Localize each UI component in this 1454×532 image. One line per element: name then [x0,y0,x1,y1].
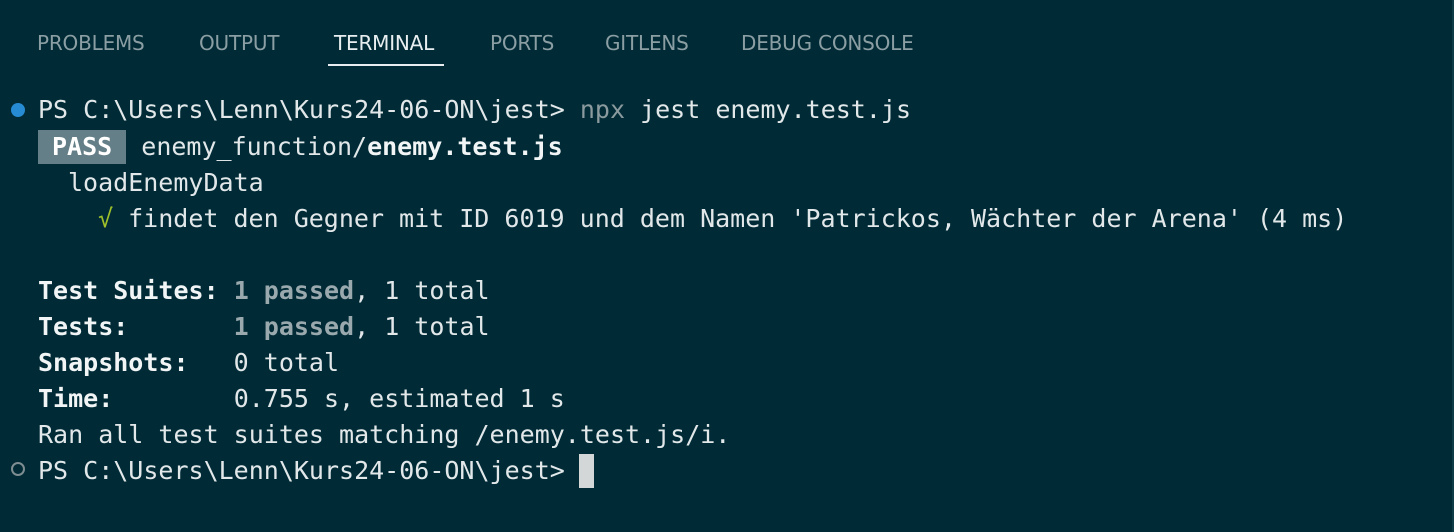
tab-output[interactable]: OUTPUT [199,31,280,55]
summary-label: Tests: [38,312,129,341]
prompt: PS C:\Users\Lenn\Kurs24-06-ON\jest> [38,95,565,124]
summary-value: 0 total [233,348,340,377]
total-count: , 1 total [354,276,490,305]
suite-file: enemy.test.js [367,132,563,161]
test-name: findet den Gegner mit ID 6019 und dem Na… [128,204,1348,233]
panel-tab-bar: PROBLEMS OUTPUT TERMINAL PORTS GITLENS D… [0,0,1440,70]
summary-value: 0.755 s, estimated 1 s [233,384,565,413]
ran-all-line: Ran all test suites matching /enemy.test… [38,420,731,449]
describe-line: loadEnemyData [68,168,264,197]
command-npx: npx [579,95,626,124]
tab-terminal[interactable]: TERMINAL [334,31,434,55]
summary-label: Time: [38,384,114,413]
command-success-decoration-icon[interactable] [11,103,25,117]
command-pending-decoration-icon[interactable] [11,462,25,476]
summary-suites: Test Suites: 1 passed, 1 total [38,273,490,309]
tab-problems[interactable]: PROBLEMS [37,31,145,55]
terminal-cursor [578,454,594,488]
active-tab-indicator [328,64,444,66]
tab-debug-console[interactable]: DEBUG CONSOLE [741,31,914,55]
summary-label: Snapshots: [38,348,189,377]
passed-count: 1 passed [233,312,355,341]
passed-count: 1 passed [233,276,355,305]
suite-dir: enemy_function/ [141,132,368,161]
pass-badge: PASS [38,130,127,164]
tab-ports[interactable]: PORTS [490,31,554,55]
tab-gitlens[interactable]: GITLENS [605,31,689,55]
check-icon: √ [98,204,114,233]
prompt: PS C:\Users\Lenn\Kurs24-06-ON\jest> [38,456,565,485]
summary-tests: Tests: 1 passed, 1 total [38,309,490,345]
summary-time: Time: 0.755 s, estimated 1 s [38,381,565,417]
terminal-output[interactable]: PS C:\Users\Lenn\Kurs24-06-ON\jest> npx … [0,92,1440,512]
command-line: PS C:\Users\Lenn\Kurs24-06-ON\jest> npx … [38,92,911,128]
summary-snapshots: Snapshots: 0 total [38,345,339,381]
test-case-line: √ findet den Gegner mit ID 6019 und dem … [98,201,1347,237]
current-prompt-line: PS C:\Users\Lenn\Kurs24-06-ON\jest> [38,453,594,489]
total-count: , 1 total [354,312,490,341]
command-args: jest enemy.test.js [640,95,912,124]
suite-result-line: PASS enemy_function/enemy.test.js [38,129,563,165]
summary-label: Test Suites: [38,276,219,305]
